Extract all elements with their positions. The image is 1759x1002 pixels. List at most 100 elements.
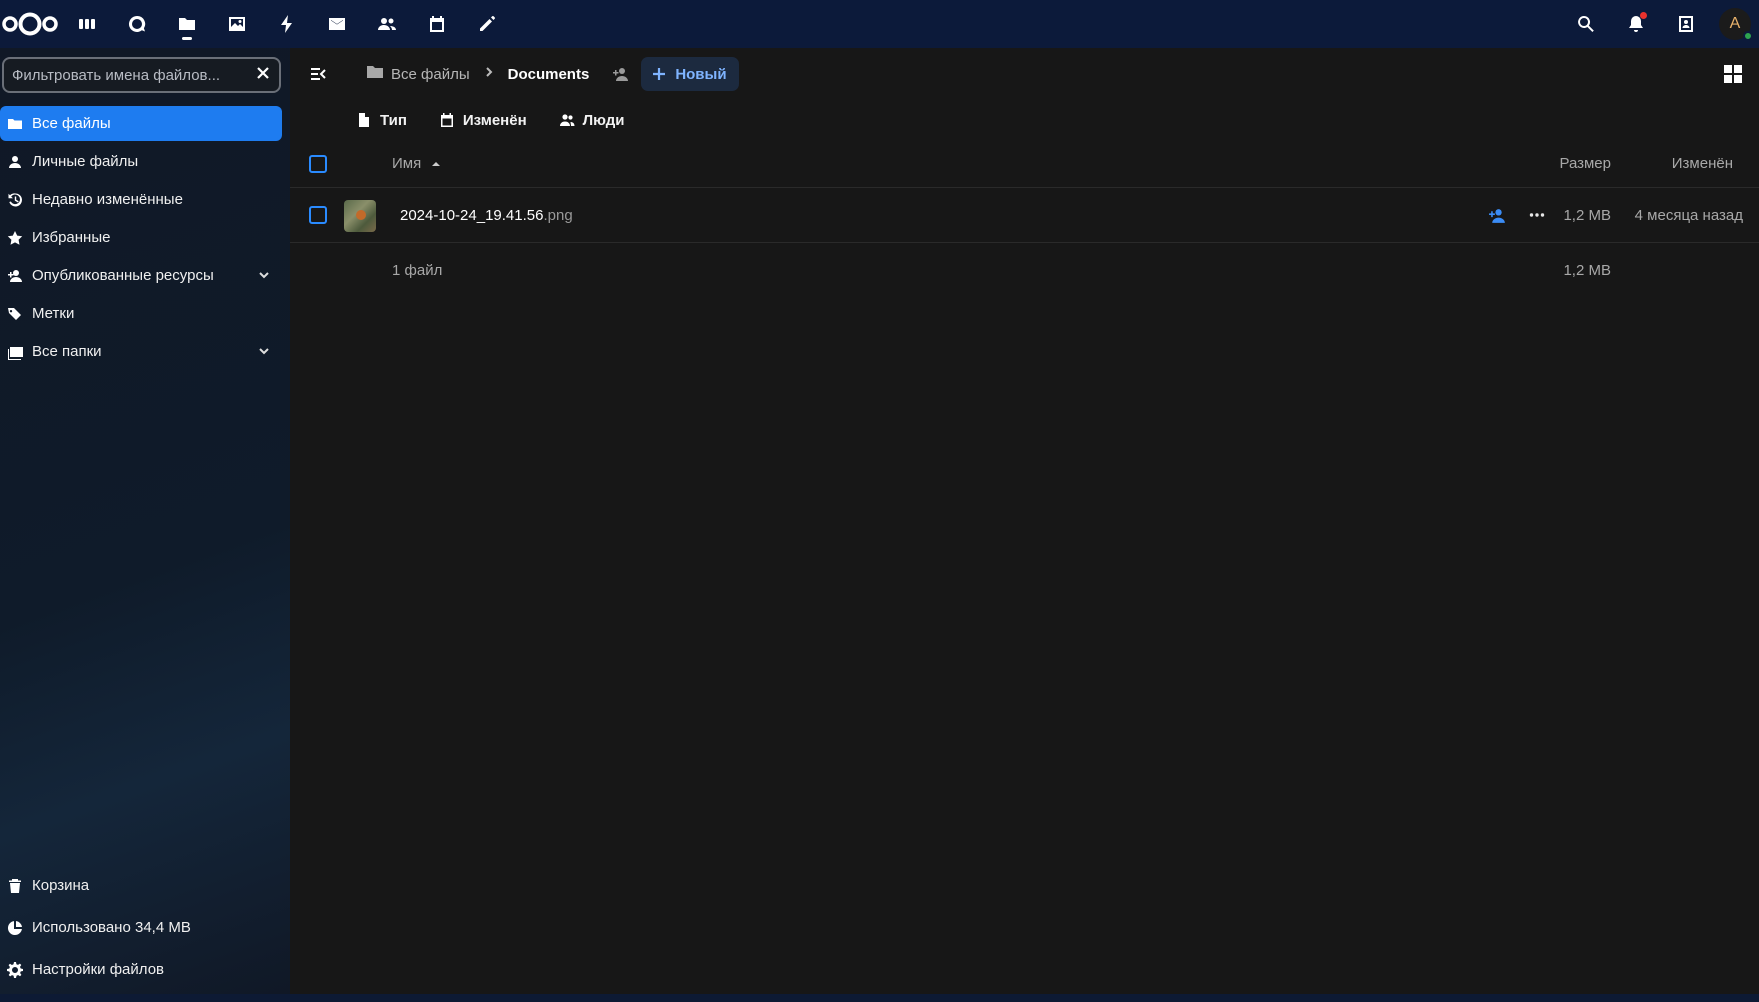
filter-input[interactable] xyxy=(12,66,255,84)
file-size: 1,2 MB xyxy=(1563,206,1611,224)
sidebar-item-settings[interactable]: Настройки файлов xyxy=(0,952,282,987)
notification-badge xyxy=(1640,12,1647,19)
storage-quota[interactable]: Использовано 34,4 MB xyxy=(0,910,282,945)
chevron-down-icon xyxy=(259,348,269,355)
folders-icon xyxy=(8,346,23,360)
files-navigation: Все файлы Личные файлы Недавно изменённы… xyxy=(0,48,290,994)
app-files[interactable] xyxy=(162,0,212,48)
share-icon xyxy=(613,68,629,81)
row-actions-button[interactable] xyxy=(1521,199,1553,231)
chevron-right-icon xyxy=(485,67,493,77)
table-header: Имя Размер Изменён xyxy=(290,140,1759,188)
files-toolbar: Все файлы Documents Новый xyxy=(290,48,1759,100)
clear-filter-button[interactable] xyxy=(255,65,271,85)
breadcrumb-all-files[interactable]: Все файлы xyxy=(360,58,476,90)
total-size: 1,2 MB xyxy=(1563,262,1611,279)
more-icon xyxy=(1529,213,1545,217)
sidebar-item-label: Все папки xyxy=(32,343,102,360)
folder-icon xyxy=(367,66,383,78)
file-name[interactable]: 2024-10-24_19.41.56.png xyxy=(400,207,573,224)
sidebar-item-shares[interactable]: Опубликованные ресурсы xyxy=(0,258,282,293)
sidebar-item-label: Все файлы xyxy=(32,115,111,132)
nextcloud-logo-icon xyxy=(2,12,58,36)
table-row[interactable]: 2024-10-24_19.41.56.png 1,2 MB 4 месяца … xyxy=(290,188,1759,243)
filter-people-button[interactable]: Люди xyxy=(559,112,625,129)
online-status-icon xyxy=(1743,31,1753,41)
sidebar-item-favorites[interactable]: Избранные xyxy=(0,220,282,255)
activity-icon xyxy=(281,15,292,33)
close-icon xyxy=(257,67,269,79)
sidebar-item-label: Личные файлы xyxy=(32,153,139,170)
storage-quota-label: Использовано 34,4 MB xyxy=(32,919,191,936)
new-button-label: Новый xyxy=(675,65,727,83)
app-talk[interactable] xyxy=(112,0,162,48)
filter-type-label: Тип xyxy=(380,111,407,129)
sidebar-item-label: Настройки файлов xyxy=(32,961,165,978)
sidebar-item-all-files[interactable]: Все файлы xyxy=(0,106,282,141)
share-folder-button[interactable] xyxy=(605,58,637,90)
nextcloud-logo[interactable] xyxy=(0,0,62,48)
column-modified-header[interactable]: Изменён xyxy=(1672,155,1733,172)
sidebar-item-recent[interactable]: Недавно изменённые xyxy=(0,182,282,217)
notifications-button[interactable] xyxy=(1611,0,1661,48)
filter-modified-label: Изменён xyxy=(462,111,527,129)
sidebar-item-folders[interactable]: Все папки xyxy=(0,334,282,369)
table-summary: 1 файл 1,2 MB xyxy=(290,243,1759,298)
sidebar-item-trash[interactable]: Корзина xyxy=(0,868,282,903)
app-mail[interactable] xyxy=(312,0,362,48)
files-icon xyxy=(179,18,195,30)
row-checkbox[interactable] xyxy=(309,206,327,224)
file-thumbnail[interactable] xyxy=(344,200,376,232)
expand-shares-button[interactable] xyxy=(256,267,272,287)
file-extension: .png xyxy=(543,206,573,224)
filter-type-button[interactable]: Тип xyxy=(356,112,407,129)
filter-modified-button[interactable]: Изменён xyxy=(439,112,527,129)
contacts-menu-icon xyxy=(1679,16,1693,32)
new-button[interactable]: Новый xyxy=(641,57,739,91)
sidebar-item-label: Метки xyxy=(32,305,75,322)
navigation-footer: Корзина Использовано 34,4 MB Настройки ф… xyxy=(0,868,282,994)
mail-icon xyxy=(329,18,345,30)
photos-icon xyxy=(229,17,245,31)
tag-icon xyxy=(8,307,21,320)
user-avatar[interactable]: A xyxy=(1719,8,1753,41)
trash-icon xyxy=(9,878,21,893)
search-icon xyxy=(1578,16,1594,32)
avatar-initial: A xyxy=(1729,15,1741,32)
column-size-header[interactable]: Размер xyxy=(1559,155,1611,172)
sidebar-item-label: Опубликованные ресурсы xyxy=(32,267,214,284)
contacts-icon xyxy=(378,18,396,30)
breadcrumb-label: Все файлы xyxy=(391,65,470,83)
share-icon xyxy=(1488,208,1505,223)
expand-folders-button[interactable] xyxy=(256,343,272,363)
sidebar-item-personal-files[interactable]: Личные файлы xyxy=(0,144,282,179)
app-dashboard[interactable] xyxy=(62,0,112,48)
breadcrumb-separator xyxy=(476,65,502,83)
file-icon xyxy=(359,113,369,127)
pie-chart-icon xyxy=(7,920,22,935)
header-actions: A xyxy=(1561,0,1759,48)
filter-field xyxy=(2,57,281,93)
app-contacts[interactable] xyxy=(362,0,412,48)
column-name-header[interactable]: Имя xyxy=(392,155,441,172)
app-notes[interactable] xyxy=(462,0,512,48)
people-icon xyxy=(559,114,575,126)
unified-search-button[interactable] xyxy=(1561,0,1611,48)
sort-ascending-icon xyxy=(432,161,441,166)
plus-icon xyxy=(653,68,666,80)
contacts-menu-button[interactable] xyxy=(1661,0,1711,48)
breadcrumb-documents[interactable]: Documents xyxy=(502,58,596,90)
row-share-button[interactable] xyxy=(1481,199,1513,231)
chevron-down-icon xyxy=(259,272,269,279)
select-all-checkbox[interactable] xyxy=(309,154,327,173)
filter-people-label: Люди xyxy=(582,111,625,129)
sidebar-item-tags[interactable]: Метки xyxy=(0,296,282,331)
file-count: 1 файл xyxy=(392,262,443,279)
app-menu xyxy=(62,0,512,48)
file-basename: 2024-10-24_19.41.56 xyxy=(400,206,544,224)
app-calendar[interactable] xyxy=(412,0,462,48)
toggle-navigation-button[interactable] xyxy=(302,58,334,90)
app-activity[interactable] xyxy=(262,0,312,48)
grid-view-toggle[interactable] xyxy=(1717,58,1749,90)
app-photos[interactable] xyxy=(212,0,262,48)
